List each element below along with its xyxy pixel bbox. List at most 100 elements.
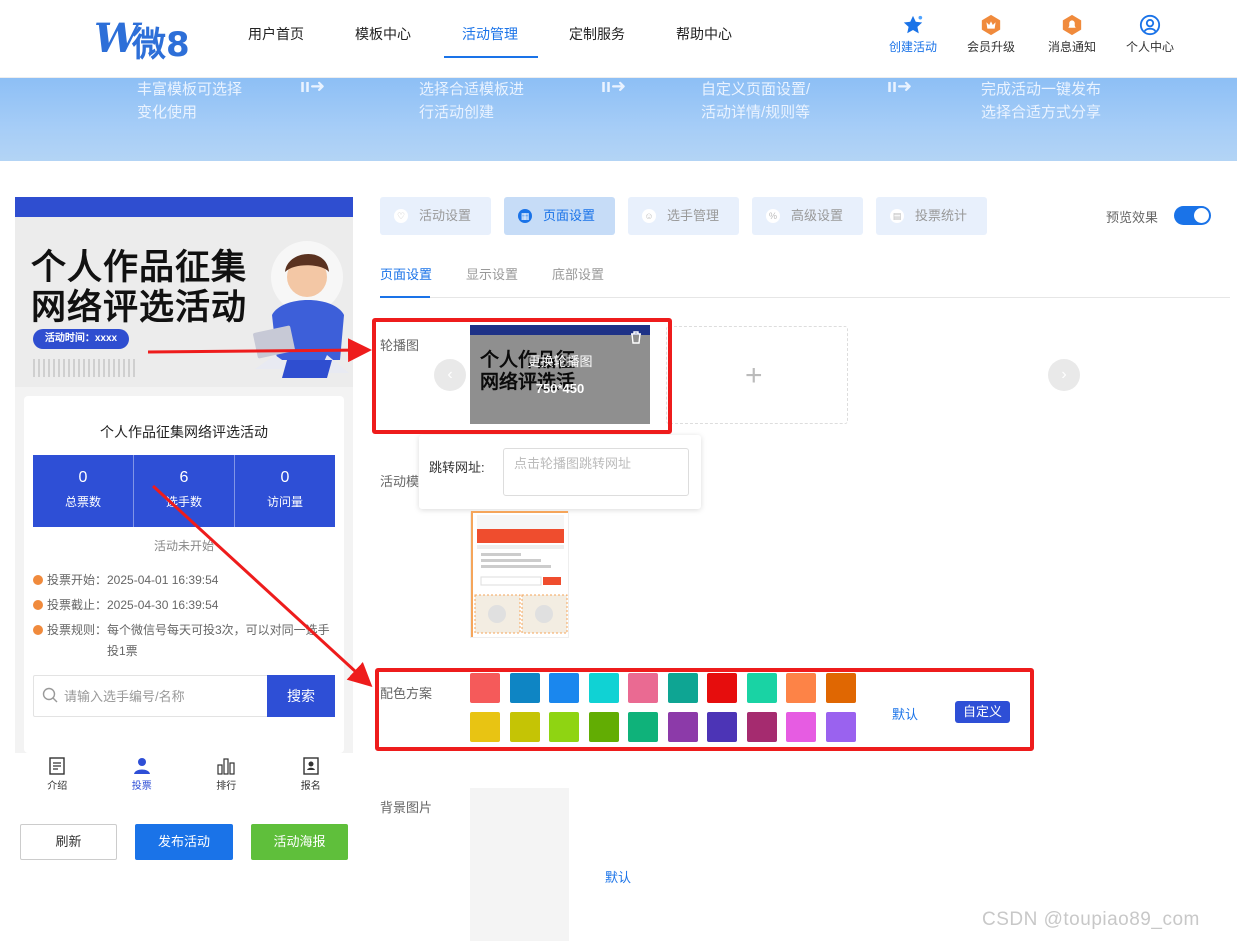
background-image-label: 背景图片 — [380, 800, 433, 815]
banner-step-2-line1: 选择合适模板进 — [419, 81, 525, 98]
nav-home[interactable]: 用户首页 — [248, 24, 304, 44]
activity-poster-button[interactable]: 活动海报 — [251, 824, 348, 860]
poster-dots-decoration — [33, 359, 137, 377]
annotation-box-colors — [375, 668, 1034, 751]
search-button[interactable]: 搜索 — [267, 675, 335, 717]
member-upgrade-label: 会员升级 — [966, 40, 1015, 54]
phone-tabbar: 介绍 投票 排行 报名 — [15, 753, 353, 798]
plus-icon: + — [745, 359, 763, 392]
stats-bar: 0 总票数 6 选手数 0 访问量 — [33, 455, 335, 527]
create-activity-button[interactable]: 创建活动 — [878, 14, 948, 55]
nav-help-center[interactable]: 帮助中心 — [676, 24, 732, 44]
carousel-next-button[interactable]: › — [1048, 359, 1080, 391]
character-illustration — [253, 241, 349, 378]
message-notice-label: 消息通知 — [1047, 40, 1096, 54]
activity-poster: 个人作品征集 网络评选活动 活动时间：xxxx — [15, 197, 353, 387]
vote-rule-info: 投票规则：每个微信号每天可投3次，可以对同一选手 — [33, 620, 330, 640]
banner-step-2-line2: 行活动创建 — [419, 104, 495, 121]
refresh-button[interactable]: 刷新 — [20, 824, 117, 860]
create-activity-label: 创建活动 — [888, 40, 937, 54]
member-upgrade-button[interactable]: 会员升级 — [956, 14, 1026, 55]
steps-banner: 丰富模板可选择 变化使用 ıı➜ 选择合适模板进 行活动创建 ıı➜ 自定义页面设置… — [0, 76, 1237, 161]
vote-rule-info-cont: 投1票 — [107, 644, 138, 658]
tab-vote-label: 投票 — [131, 781, 152, 792]
add-carousel-image[interactable]: + — [666, 326, 848, 424]
background-image-upload[interactable] — [470, 788, 569, 941]
user-circle-icon — [1139, 14, 1161, 36]
banner-step-2: 选择合适模板进 行活动创建 — [419, 78, 524, 124]
banner-step-4-line2: 选择合适方式分享 — [981, 104, 1102, 121]
banner-step-1: 丰富模板可选择 变化使用 — [137, 78, 242, 124]
poster-time-pill: 活动时间：xxxx — [33, 329, 129, 349]
tab-ranking[interactable]: 排行 — [184, 753, 269, 798]
user-icon: ☺ — [642, 209, 656, 223]
activity-name: 个人作品征集网络评选活动 — [100, 424, 268, 440]
vote-rule-text: 投票规则：每个微信号每天可投3次，可以对同一选手 — [47, 623, 330, 637]
poster-top-bar — [15, 197, 353, 217]
subtab-divider — [380, 297, 1230, 298]
calculator-icon: ▤ — [890, 209, 904, 223]
phone-preview-panel: 个人作品征集 网络评选活动 活动时间：xxxx 个人作品征集网络评选活动 0 总票… — [0, 180, 365, 941]
tab-intro[interactable]: 介绍 — [15, 753, 100, 798]
personal-center-label: 个人中心 — [1125, 40, 1174, 54]
stat-label: 总票数 — [64, 495, 101, 509]
subtab-page-settings[interactable]: 页面设置 — [380, 264, 432, 283]
stat-value: 6 — [179, 469, 189, 486]
stat-visits: 0 访问量 — [235, 455, 335, 527]
subtab-footer-settings[interactable]: 底部设置 — [552, 264, 604, 283]
arrow-step-icon: ıı➜ — [887, 76, 913, 96]
nav-custom-service[interactable]: 定制服务 — [569, 24, 625, 44]
stat-label: 选手数 — [165, 495, 202, 509]
stat-value: 0 — [280, 469, 290, 486]
settings-panel: ♡ 活动设置 ▦ 页面设置 ☺ 选手管理 % 高级设置 ▤ 投票统计 预览效果 页面设置 … — [365, 180, 1237, 941]
jump-url-input[interactable] — [503, 448, 689, 496]
stat-value: 0 — [78, 469, 88, 486]
tab-label: 选手管理 — [667, 208, 720, 223]
vote-end-info: 投票截止：2025-04-30 16:39:54 — [33, 595, 218, 615]
tab-advanced-settings[interactable]: % 高级设置 — [752, 197, 863, 235]
personal-center-button[interactable]: 个人中心 — [1115, 14, 1185, 55]
jump-url-popover: 跳转网址: — [419, 435, 701, 509]
tab-signup[interactable]: 报名 — [269, 753, 354, 798]
activity-template-thumbnail[interactable] — [470, 510, 569, 638]
tab-vote[interactable]: 投票 — [100, 753, 185, 798]
info-dot-icon — [33, 625, 43, 635]
jump-url-label: 跳转网址: — [429, 460, 485, 475]
message-notice-button[interactable]: 消息通知 — [1037, 14, 1107, 55]
activity-template-label: 活动模 — [380, 474, 420, 489]
nav-active-underline — [444, 56, 538, 58]
site-logo[interactable]: W 微8 — [94, 15, 194, 65]
nav-templates[interactable]: 模板中心 — [355, 24, 411, 44]
arrow-step-icon: ıı➜ — [300, 76, 326, 96]
activity-info-card: 个人作品征集网络评选活动 0 总票数 6 选手数 0 访问量 活动未开始 投票开始：2… — [24, 396, 344, 753]
csdn-watermark: CSDN @toupiao89_com — [982, 909, 1200, 930]
tab-vote-statistics[interactable]: ▤ 投票统计 — [876, 197, 987, 235]
tab-activity-settings[interactable]: ♡ 活动设置 — [380, 197, 491, 235]
poster-title-line2: 网络评选活动 — [31, 288, 248, 328]
tab-contestant-management[interactable]: ☺ 选手管理 — [628, 197, 739, 235]
banner-step-4-line1: 完成活动一键发布 — [981, 81, 1102, 98]
banner-step-3-line2: 活动详情/规则等 — [701, 104, 811, 121]
id-card-icon — [303, 757, 319, 775]
tab-ranking-label: 排行 — [216, 781, 237, 792]
arrow-step-icon: ıı➜ — [601, 76, 627, 96]
search-input[interactable] — [64, 685, 264, 707]
grid-icon: ▦ — [518, 209, 532, 223]
tab-page-settings[interactable]: ▦ 页面设置 — [504, 197, 615, 235]
template-selected-border — [471, 511, 568, 637]
subtab-display-settings[interactable]: 显示设置 — [466, 264, 518, 283]
vote-start-info: 投票开始：2025-04-01 16:39:54 — [33, 570, 218, 590]
bell-badge-icon — [1062, 14, 1082, 36]
preview-effect-toggle[interactable] — [1174, 206, 1211, 225]
document-icon — [49, 757, 65, 775]
nav-activity-management[interactable]: 活动管理 — [462, 24, 518, 44]
tab-label: 页面设置 — [543, 208, 596, 223]
stat-label: 访问量 — [266, 495, 303, 509]
banner-step-3: 自定义页面设置/活动详情/规则等 — [701, 78, 810, 124]
tab-signup-label: 报名 — [300, 781, 321, 792]
logo-text: 微8 — [132, 25, 190, 65]
publish-activity-button[interactable]: 发布活动 — [135, 824, 233, 860]
banner-step-1-line1: 丰富模板可选择 — [137, 81, 243, 98]
background-default-button[interactable]: 默认 — [605, 867, 631, 886]
logo-w-mark: W — [94, 15, 139, 62]
